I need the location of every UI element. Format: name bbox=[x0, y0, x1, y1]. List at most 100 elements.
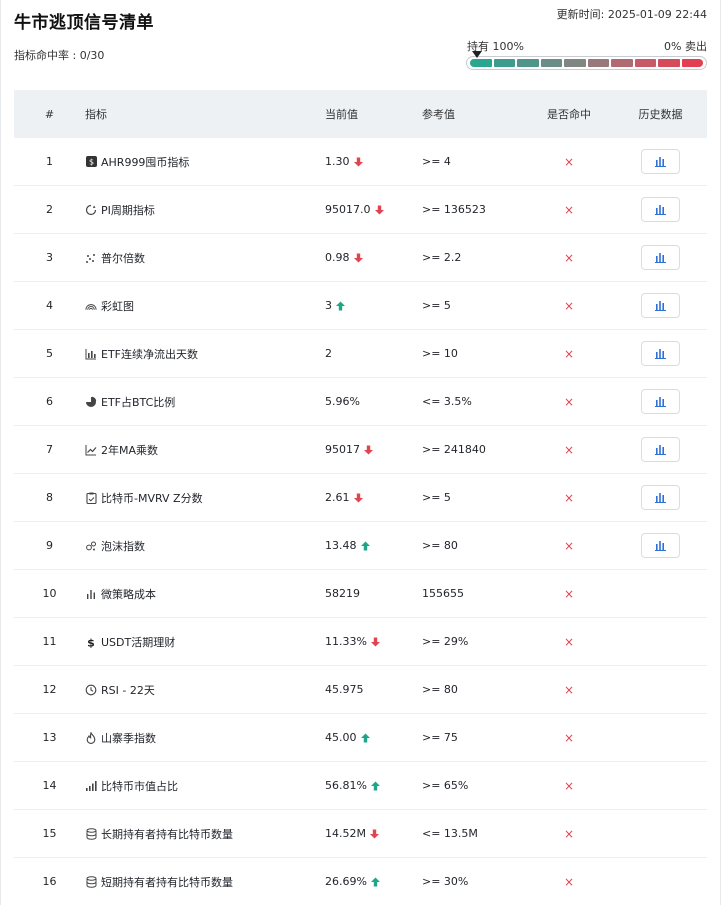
pi-cycle-icon bbox=[85, 204, 97, 216]
current-value: 58219 bbox=[325, 587, 360, 600]
miss-icon: × bbox=[563, 346, 575, 361]
arrow-down-icon bbox=[353, 253, 363, 263]
table-header: # 指标 当前值 参考值 是否命中 历史数据 bbox=[14, 90, 707, 138]
arrow-up-icon bbox=[370, 877, 380, 887]
indicator-cell: PI周期指标 bbox=[85, 202, 325, 218]
updated-timestamp: 更新时间: 2025-01-09 22:44 bbox=[556, 8, 707, 21]
table-row: 5 ETF连续净流出天数 2 >= 10 × bbox=[14, 330, 707, 378]
history-chart-button[interactable] bbox=[641, 341, 680, 366]
reference-value: >= 5 bbox=[422, 491, 451, 504]
indicator-cell: 比特币-MVRV Z分数 bbox=[85, 490, 325, 506]
table-row: 16 短期持有者持有比特币数量 26.69% >= 30% × bbox=[14, 858, 707, 905]
current-value: 13.48 bbox=[325, 539, 357, 552]
current-value-cell: 14.52M bbox=[325, 827, 422, 840]
history-cell bbox=[614, 197, 707, 222]
signal-table: # 指标 当前值 参考值 是否命中 历史数据 1 $ AHR999囤币指标 1.… bbox=[14, 90, 707, 905]
row-index: 16 bbox=[42, 875, 57, 888]
current-value-cell: 3 bbox=[325, 299, 422, 312]
history-cell bbox=[614, 437, 707, 462]
miss-icon: × bbox=[563, 250, 575, 265]
reference-value: 155655 bbox=[422, 587, 464, 600]
miss-icon: × bbox=[563, 874, 575, 889]
reference-value: >= 5 bbox=[422, 299, 451, 312]
history-cell bbox=[614, 293, 707, 318]
reference-value: >= 2.2 bbox=[422, 251, 462, 264]
small-bars-icon bbox=[85, 588, 97, 600]
history-chart-button[interactable] bbox=[641, 293, 680, 318]
current-value-cell: 2 bbox=[325, 347, 422, 360]
current-value-cell: 45.00 bbox=[325, 731, 422, 744]
miss-icon: × bbox=[563, 442, 575, 457]
current-value-cell: 56.81% bbox=[325, 779, 422, 792]
indicator-name: ETF连续净流出天数 bbox=[101, 347, 198, 361]
chart-icon bbox=[655, 540, 666, 551]
history-chart-button[interactable] bbox=[641, 245, 680, 270]
miss-icon: × bbox=[563, 586, 575, 601]
table-row: 6 ETF占BTC比例 5.96% <= 3.5% × bbox=[14, 378, 707, 426]
indicator-name: 泡沫指数 bbox=[101, 539, 145, 553]
row-index: 14 bbox=[42, 779, 57, 792]
reference-value: >= 65% bbox=[422, 779, 469, 792]
current-value-cell: 1.30 bbox=[325, 155, 422, 168]
history-cell bbox=[614, 149, 707, 174]
indicator-cell: $ AHR999囤币指标 bbox=[85, 154, 325, 170]
history-chart-button[interactable] bbox=[641, 149, 680, 174]
chart-icon bbox=[655, 348, 666, 359]
reference-value: >= 29% bbox=[422, 635, 469, 648]
gauge-segment bbox=[493, 59, 515, 67]
header-hit: 是否命中 bbox=[547, 108, 591, 121]
gauge-segment bbox=[681, 59, 703, 67]
current-value: 95017.0 bbox=[325, 203, 371, 216]
current-value: 95017 bbox=[325, 443, 360, 456]
history-chart-button[interactable] bbox=[641, 389, 680, 414]
indicator-cell: 比特币市值占比 bbox=[85, 778, 325, 794]
indicator-name: PI周期指标 bbox=[101, 203, 155, 217]
history-chart-button[interactable] bbox=[641, 533, 680, 558]
row-index: 9 bbox=[46, 539, 53, 552]
current-value: 1.30 bbox=[325, 155, 350, 168]
current-value: 56.81% bbox=[325, 779, 367, 792]
table-row: 8 比特币-MVRV Z分数 2.61 >= 5 × bbox=[14, 474, 707, 522]
page-title: 牛市逃顶信号清单 bbox=[14, 13, 154, 33]
flame-icon bbox=[85, 731, 97, 744]
gauge-sell-label: 0% 卖出 bbox=[664, 40, 707, 53]
indicator-cell: 2年MA乘数 bbox=[85, 442, 325, 458]
current-value-cell: 2.61 bbox=[325, 491, 422, 504]
table-row: 12 RSI - 22天 45.975 >= 80 × bbox=[14, 666, 707, 714]
current-value-cell: 95017 bbox=[325, 443, 422, 456]
current-value: 14.52M bbox=[325, 827, 366, 840]
mayer-scatter-icon bbox=[85, 252, 97, 264]
hit-rate-text: 指标命中率 : 0/30 bbox=[14, 49, 105, 62]
reference-value: >= 80 bbox=[422, 683, 458, 696]
miss-icon: × bbox=[563, 634, 575, 649]
current-value-cell: 0.98 bbox=[325, 251, 422, 264]
miss-icon: × bbox=[563, 730, 575, 745]
current-value: 2.61 bbox=[325, 491, 350, 504]
header-reference: 参考值 bbox=[422, 108, 455, 121]
database-icon bbox=[85, 875, 97, 888]
miss-icon: × bbox=[563, 202, 575, 217]
miss-icon: × bbox=[563, 826, 575, 841]
history-cell bbox=[614, 245, 707, 270]
gauge-segment bbox=[634, 59, 656, 67]
indicator-cell: 短期持有者持有比特币数量 bbox=[85, 874, 325, 890]
miss-icon: × bbox=[563, 778, 575, 793]
chart-icon bbox=[655, 396, 666, 407]
clipboard-icon bbox=[85, 492, 97, 504]
history-chart-button[interactable] bbox=[641, 437, 680, 462]
svg-text:$: $ bbox=[88, 158, 93, 167]
current-value-cell: 26.69% bbox=[325, 875, 422, 888]
current-value-cell: 58219 bbox=[325, 587, 422, 600]
arrow-down-icon bbox=[353, 493, 363, 503]
bubble-icon bbox=[85, 540, 97, 552]
current-value-cell: 45.975 bbox=[325, 683, 422, 696]
history-cell bbox=[614, 389, 707, 414]
reference-value: >= 30% bbox=[422, 875, 469, 888]
arrow-up-icon bbox=[370, 781, 380, 791]
indicator-cell: 长期持有者持有比特币数量 bbox=[85, 826, 325, 842]
current-value-cell: 95017.0 bbox=[325, 203, 422, 216]
current-value: 11.33% bbox=[325, 635, 367, 648]
history-chart-button[interactable] bbox=[641, 485, 680, 510]
history-chart-button[interactable] bbox=[641, 197, 680, 222]
database-icon bbox=[85, 827, 97, 840]
